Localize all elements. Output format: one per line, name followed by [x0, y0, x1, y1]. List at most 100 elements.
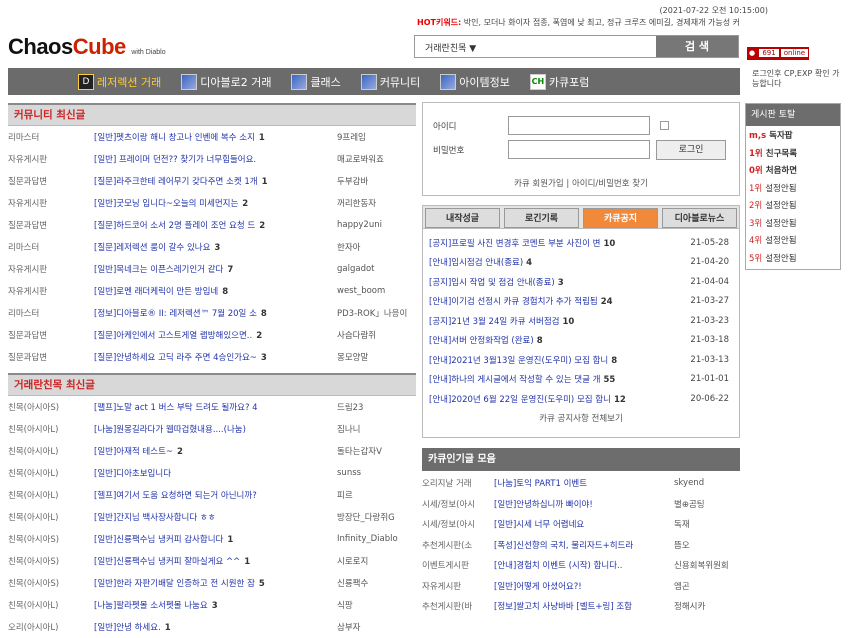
search-category-select[interactable]: 거래란친목 ▼ [425, 41, 476, 54]
notice-more-link[interactable]: 카큐 공지사항 전체보기 [423, 412, 739, 424]
row-category[interactable]: 질문과답변 [8, 219, 94, 231]
row-author[interactable]: 한자아 [337, 241, 412, 253]
row-category[interactable]: 자유게시판 [8, 285, 94, 297]
row-author[interactable]: happy2uni [337, 220, 412, 230]
row-author[interactable]: 9프레임 [337, 131, 412, 143]
row-title-link[interactable]: [정보]디아블로® II: 레저렉션™ 7월 20일 소8 [94, 307, 337, 319]
row-title-link[interactable]: [일반]간지님 백사장사합니다 ㅎㅎ [94, 511, 337, 523]
row-author[interactable]: 삼부자 [337, 621, 412, 633]
board-item[interactable]: 1위 친구목록 [746, 146, 840, 164]
popular-author[interactable]: 뜸오 [674, 539, 740, 551]
notice-title-link[interactable]: [공지]프로필 사진 변경후 코멘트 부분 사진이 변 10 [429, 237, 669, 249]
save-id-checkbox[interactable] [660, 121, 669, 130]
notice-title-link[interactable]: [안내]2021년 3월13일 운영진(도우미) 모집 합니 8 [429, 354, 669, 366]
popular-title[interactable]: [일반]안녕하십니까 빠이야! [494, 498, 674, 510]
popular-category[interactable]: 오리지날 거래 [422, 477, 494, 489]
id-input[interactable] [508, 116, 650, 135]
popular-title[interactable]: [안내]경험치 이벤트 (시작) 합니다.. [494, 559, 674, 571]
row-author[interactable]: 시로로지 [337, 555, 412, 567]
board-item[interactable]: 2위 설정안됨 [746, 198, 840, 216]
row-title-link[interactable]: [일반]목네크는 이픈스레기인거 같다 7 [94, 263, 337, 275]
popular-category[interactable]: 이벤트게시판 [422, 559, 494, 571]
row-category[interactable]: 친목(아시아S) [8, 555, 94, 567]
row-author[interactable]: 식팡 [337, 599, 412, 611]
row-category[interactable]: 친목(아시아L) [8, 489, 94, 501]
row-author[interactable]: 사슴다람쥐 [337, 329, 412, 341]
popular-category[interactable]: 시세/정보(아시 [422, 498, 494, 510]
tab-1[interactable]: 로긴기록 [504, 208, 579, 228]
row-category[interactable]: 질문과답변 [8, 175, 94, 187]
row-title-link[interactable]: [일반]신룡팩수님 냉커피 감사합니다 1 [94, 533, 337, 545]
row-title-link[interactable]: [나눔]팔라펫몰 소서펫몰 나눔요 3 [94, 599, 337, 611]
row-category[interactable]: 질문과답변 [8, 329, 94, 341]
row-title-link[interactable]: [일반] 프레이머 던전?? 찾기가 너무힘들어요. [94, 153, 337, 165]
popular-author[interactable]: skyend [674, 478, 740, 488]
popular-title[interactable]: [일반]어떻게 아셨어요?! [494, 580, 674, 592]
login-button[interactable]: 로그인 [656, 140, 726, 160]
account-links[interactable]: 카큐 회원가입 | 아이디/비밀번호 찾기 [423, 177, 739, 189]
row-title-link[interactable]: [일반]안녕 하세요. 1 [94, 621, 337, 633]
tab-0[interactable]: 내작성글 [425, 208, 500, 228]
board-item[interactable]: m,s 독자팝 [746, 128, 840, 146]
row-title-link[interactable]: [헬프]여기서 도움 요청하면 되는거 아닌니까? [94, 489, 337, 501]
row-title-link[interactable]: [질문]레저렉션 룸이 갈수 있나요 3 [94, 241, 337, 253]
row-category[interactable]: 친목(아시아S) [8, 577, 94, 589]
row-title-link[interactable]: [질문]아케인에서 고스트게열 랩방해있으면.. 2 [94, 329, 337, 341]
row-title-link[interactable]: [일반]굿모닝 입니다~오늘의 미세먼지는 2 [94, 197, 337, 209]
nav-item-item-info[interactable]: 아이템정보 [440, 73, 510, 90]
popular-title[interactable]: [일반]시세 너무 어렵네요 [494, 518, 674, 530]
ad-banner[interactable]: ● 691 online [747, 47, 809, 60]
popular-title[interactable]: [나눔]토익 PART1 이벤트 [494, 477, 674, 489]
nav-item-d2-trade[interactable]: 디아블로2 거래 [181, 73, 271, 90]
row-category[interactable]: 친목(아시아S) [8, 401, 94, 413]
tab-2[interactable]: 카큐공지 [583, 208, 658, 228]
board-item[interactable]: 5위 설정안됨 [746, 251, 840, 269]
notice-title-link[interactable]: [공지]임시 작업 및 점검 안내(종료) 3 [429, 276, 669, 288]
board-item[interactable]: 0위 처음하면 [746, 163, 840, 181]
popular-category[interactable]: 추천게시판(소 [422, 539, 494, 551]
row-category[interactable]: 리마스터 [8, 307, 94, 319]
row-author[interactable]: 방장단_다랑쥐G [337, 511, 412, 523]
row-title-link[interactable]: [나눔]원몽길라다가 웹따겁혔내용....(나눔) [94, 423, 337, 435]
row-category[interactable]: 친목(아시아L) [8, 445, 94, 457]
popular-title[interactable]: [폭성]신선향의 국치, 물리자드+히드라 [494, 539, 674, 551]
row-category[interactable]: 오리(아시아L) [8, 621, 94, 633]
nav-item-resurrected-trade[interactable]: D 레저렉션 거래 [78, 73, 161, 90]
row-title-link[interactable]: [일반]아재적 테스트~ 2 [94, 445, 337, 457]
nav-item-class[interactable]: 클래스 [291, 73, 341, 90]
row-category[interactable]: 친목(아시아L) [8, 467, 94, 479]
notice-title-link[interactable]: [안내]임시점검 안내(종료) 4 [429, 256, 669, 268]
popular-category[interactable]: 자유게시판 [422, 580, 494, 592]
row-title-link[interactable]: [일반]신룡팩수님 냉커피 잘마실게요 ^^ 1 [94, 555, 337, 567]
row-author[interactable]: 두부감바 [337, 175, 412, 187]
hot-keyword-list[interactable]: 박인, 모더나 화이자 접종, 폭염에 낮 최고, 정규 크루즈 에미길, 경제… [464, 18, 740, 27]
row-category[interactable]: 친목(아시아L) [8, 423, 94, 435]
search-button[interactable]: 검 색 [656, 36, 738, 57]
row-title-link[interactable]: [질문]하드코어 소서 2명 플레이 조언 요청 드2 [94, 219, 337, 231]
row-category[interactable]: 자유게시판 [8, 263, 94, 275]
notice-title-link[interactable]: [공지]21년 3월 24일 카큐 서버점검 10 [429, 315, 669, 327]
password-input[interactable] [508, 140, 650, 159]
row-title-link[interactable]: [질문]안녕하세요 고딕 라주 주면 4승인가요~ 3 [94, 351, 337, 363]
row-author[interactable]: 드림23 [337, 401, 412, 413]
row-category[interactable]: 자유게시판 [8, 197, 94, 209]
popular-author[interactable]: 독재 [674, 518, 740, 530]
notice-title-link[interactable]: [안내]하나의 게시글에서 작성할 수 있는 댓글 개 55 [429, 373, 669, 385]
row-category[interactable]: 자유게시판 [8, 153, 94, 165]
popular-title[interactable]: [정보]쌀고치 사냥바바 [벨트+링] 조합 [494, 600, 674, 612]
popular-author[interactable]: 별⊕곰팅 [674, 498, 740, 510]
popular-author[interactable]: 정해시카 [674, 600, 740, 612]
row-title-link[interactable]: [일반]디아초보입니다 [94, 467, 337, 479]
row-author[interactable]: 짐나니 [337, 423, 412, 435]
row-title-link[interactable]: [질문]라주크한테 레어무기 갖다주면 소켓 1개 1 [94, 175, 337, 187]
row-author[interactable]: 꺼리한동자 [337, 197, 412, 209]
site-logo[interactable]: ChaosCube with Diablo [8, 34, 166, 60]
row-author[interactable]: 피르 [337, 489, 412, 501]
row-title-link[interactable]: [팰프]노말 act 1 버스 부탁 드려도 될까요? 4 [94, 401, 337, 413]
row-author[interactable]: 매교로봐워죠 [337, 153, 412, 165]
popular-category[interactable]: 시세/정보(아시 [422, 518, 494, 530]
popular-author[interactable]: 엠곤 [674, 580, 740, 592]
board-item[interactable]: 3위 설정안됨 [746, 216, 840, 234]
row-author[interactable]: galgadot [337, 264, 412, 274]
nav-item-forum[interactable]: CH 카큐포럼 [529, 73, 589, 90]
